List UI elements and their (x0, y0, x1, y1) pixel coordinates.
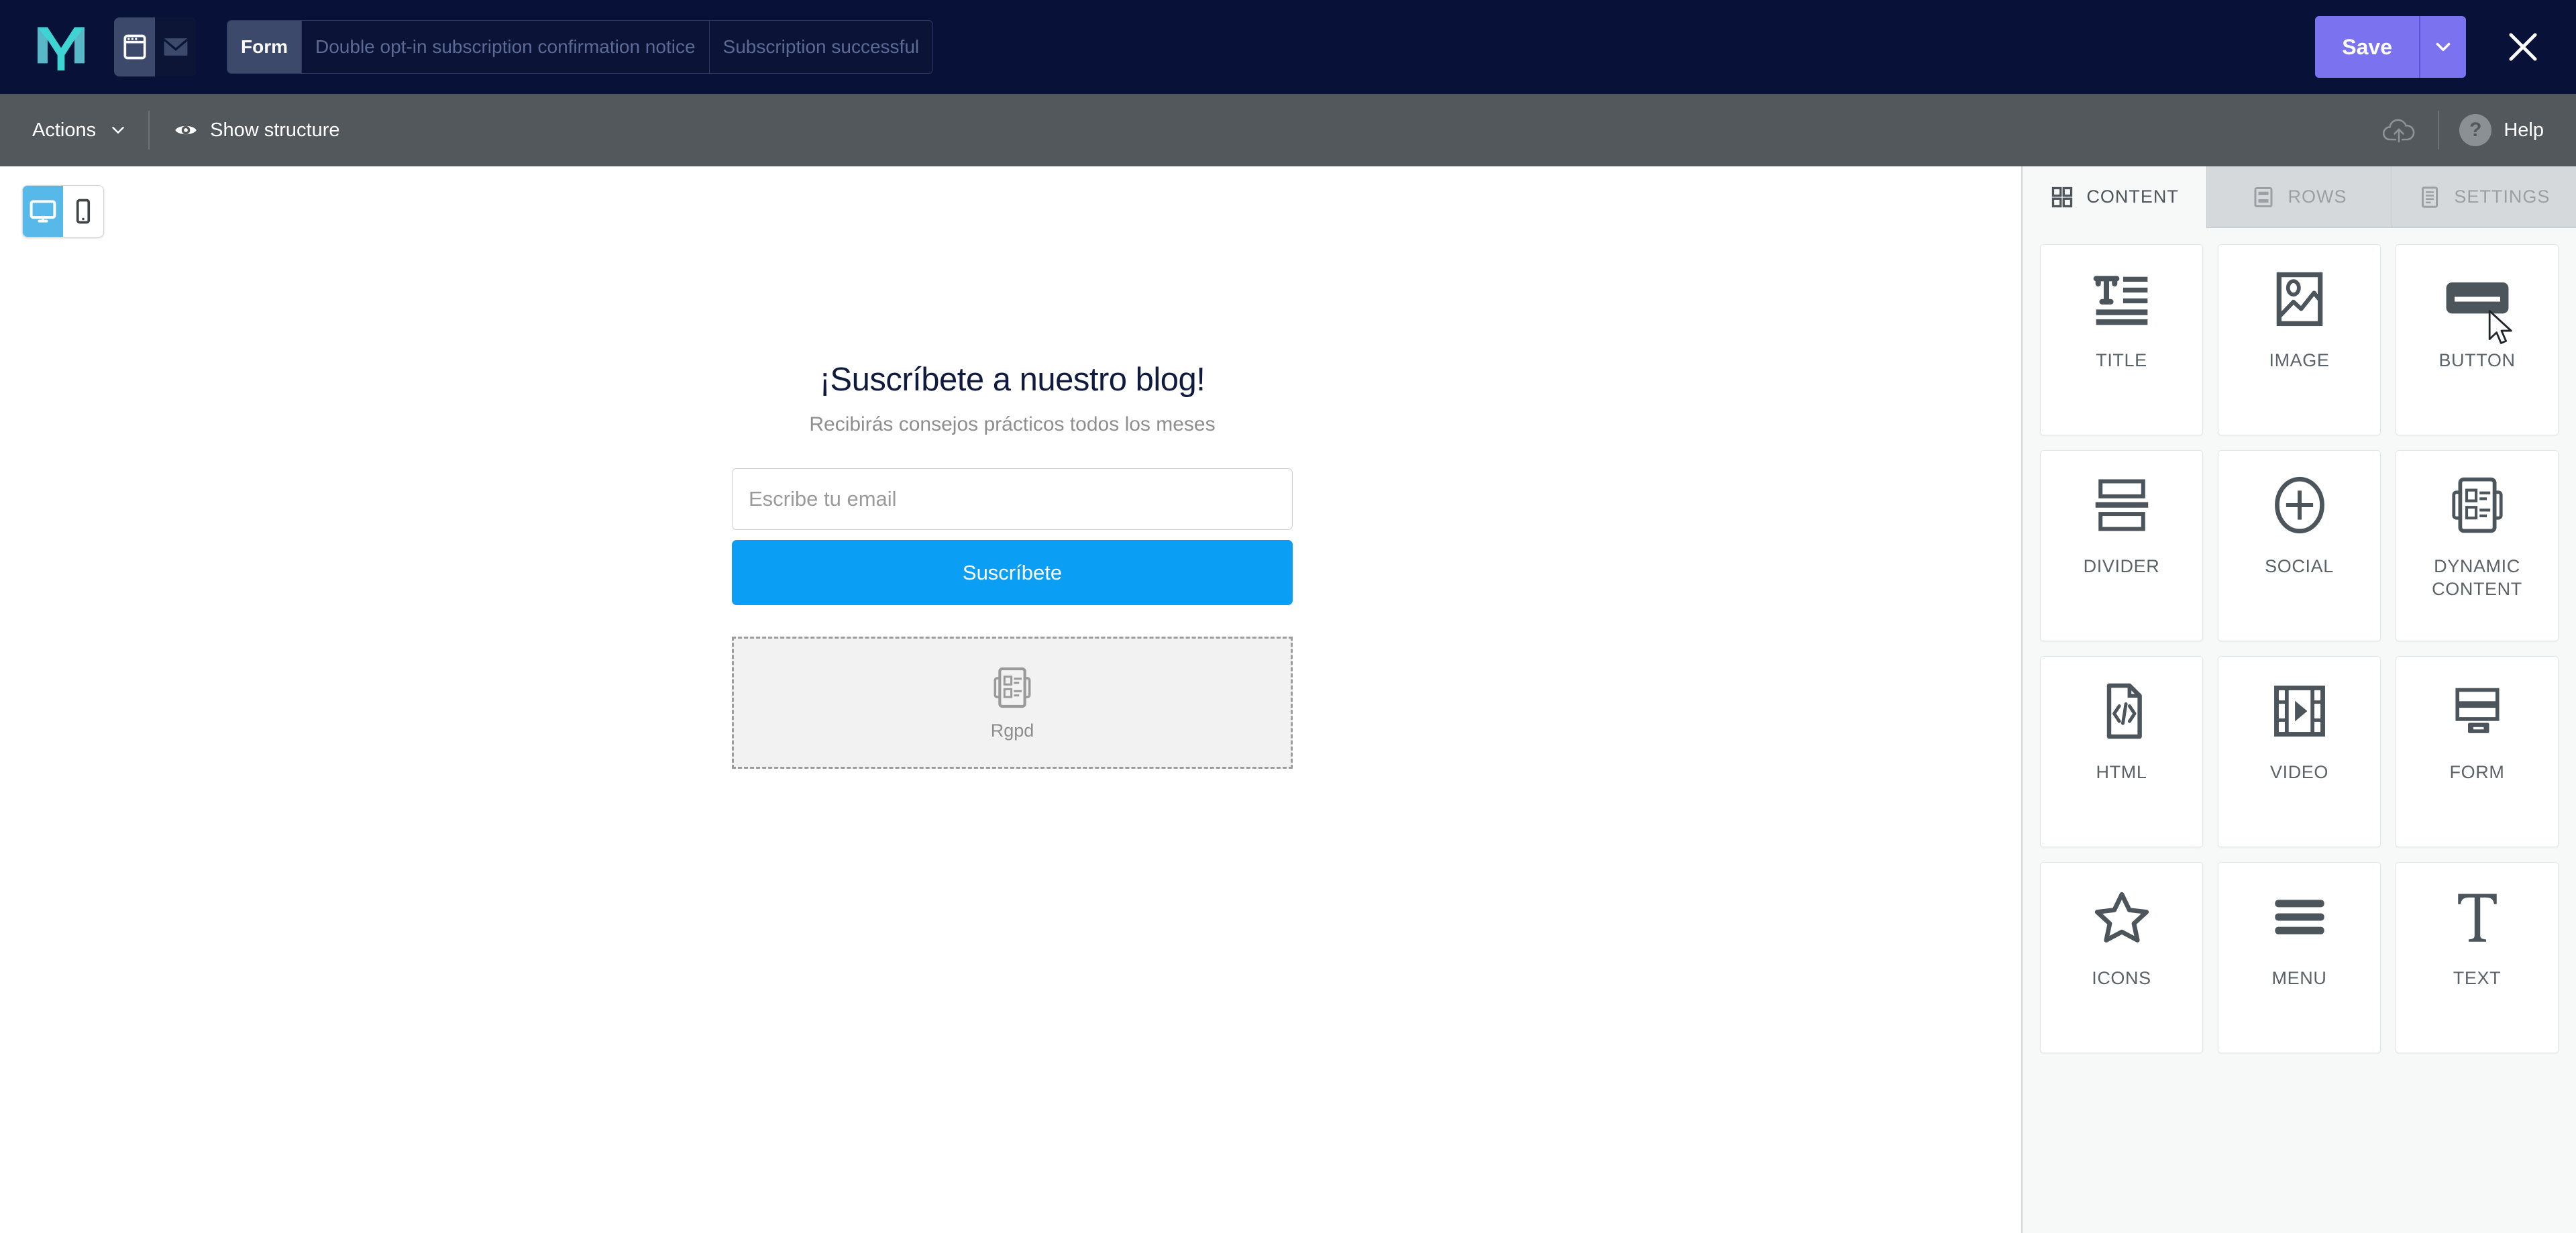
email-title[interactable]: ¡Suscríbete a nuestro blog! (732, 361, 1293, 398)
email-input[interactable]: Escribe tu email (732, 468, 1293, 530)
right-sidebar-panel: CONTENT ROWS SETTINGS TITLE IMAGE BUTTON… (2021, 166, 2576, 1233)
tab-rows-label: ROWS (2288, 186, 2347, 207)
desktop-monitor-icon (30, 200, 56, 223)
html-code-file-icon (2096, 661, 2147, 761)
browser-window-icon[interactable] (114, 17, 155, 76)
content-tile-button[interactable]: BUTTON (2396, 244, 2559, 435)
title-icon (2091, 249, 2153, 350)
chevron-down-icon (112, 127, 124, 133)
content-tile-label: MENU (2271, 968, 2327, 988)
tab-rows[interactable]: ROWS (2206, 166, 2392, 228)
envelope-icon[interactable] (155, 17, 196, 76)
content-tile-label: VIDEO (2269, 762, 2329, 782)
star-icon (2092, 867, 2152, 967)
social-plus-circle-icon (2272, 455, 2327, 555)
tab-content[interactable]: CONTENT (2023, 166, 2207, 228)
grid-icon (2052, 186, 2073, 207)
breadcrumb: Form Double opt-in subscription confirma… (227, 20, 934, 74)
chevron-down-icon (2436, 42, 2451, 52)
content-tile-label: SOCIAL (2265, 556, 2334, 576)
mobile-view-button[interactable] (63, 186, 103, 237)
content-tile-label: BUTTON (2438, 350, 2516, 370)
content-tile-label: HTML (2096, 762, 2147, 782)
video-filmstrip-icon (2269, 661, 2330, 761)
button-icon (2444, 249, 2511, 350)
close-icon (2509, 33, 2537, 61)
dynamic-content-icon (994, 667, 1031, 708)
desktop-view-button[interactable] (23, 186, 63, 237)
panel-tab-bar: CONTENT ROWS SETTINGS (2023, 166, 2576, 228)
form-fields-icon (2449, 661, 2506, 761)
save-button-group: Save (2315, 16, 2466, 78)
toolbar-right-group: ? Help (2360, 94, 2576, 166)
image-icon (2273, 249, 2326, 350)
content-tile-form[interactable]: FORM (2396, 656, 2559, 847)
question-mark-icon: ? (2459, 114, 2492, 146)
content-tile-video[interactable]: VIDEO (2218, 656, 2381, 847)
rgpd-block[interactable]: Rgpd (732, 637, 1293, 769)
content-tile-image[interactable]: IMAGE (2218, 244, 2381, 435)
help-label: Help (2504, 119, 2544, 141)
show-structure-toggle[interactable]: Show structure (150, 94, 360, 166)
divider-icon (2092, 455, 2152, 555)
rows-icon (2254, 186, 2273, 207)
actions-menu-button[interactable]: Actions (0, 94, 148, 166)
campaign-type-toggle[interactable] (114, 17, 196, 76)
content-tile-icons[interactable]: ICONS (2040, 862, 2203, 1053)
top-header-bar: Form Double opt-in subscription confirma… (0, 0, 2576, 94)
dynamic-content-icon (2449, 455, 2506, 555)
mailify-logo-icon (38, 27, 85, 70)
content-tile-label: ICONS (2092, 968, 2151, 988)
editor-toolbar: Actions Show structure ? Help (0, 94, 2576, 166)
device-view-switch (22, 185, 104, 237)
document-lines-icon (2422, 186, 2438, 208)
content-tile-label: DIVIDER (2083, 556, 2160, 576)
rgpd-block-label: Rgpd (990, 720, 1034, 741)
content-tile-social[interactable]: SOCIAL (2218, 450, 2381, 641)
content-tile-label: IMAGE (2269, 350, 2330, 370)
email-subtitle[interactable]: Recibirás consejos prácticos todos los m… (732, 413, 1293, 436)
actions-label: Actions (32, 119, 97, 141)
breadcrumb-item-form[interactable]: Form (227, 21, 301, 73)
content-tile-label: FORM (2449, 762, 2505, 782)
cloud-upload-icon (2383, 119, 2415, 143)
serif-t-icon (2451, 867, 2504, 967)
mobile-phone-icon (76, 199, 91, 224)
header-actions: Save (2315, 16, 2544, 78)
content-tile-divider[interactable]: DIVIDER (2040, 450, 2203, 641)
eye-icon (175, 125, 197, 135)
save-dropdown-button[interactable] (2419, 16, 2466, 78)
tab-settings-label: SETTINGS (2454, 186, 2551, 207)
show-structure-label: Show structure (210, 119, 340, 141)
content-tile-label: TEXT (2453, 968, 2502, 988)
help-button[interactable]: ? Help (2439, 114, 2576, 146)
breadcrumb-item-subscription-successful[interactable]: Subscription successful (708, 21, 933, 73)
content-tile-menu[interactable]: MENU (2218, 862, 2381, 1053)
tab-settings[interactable]: SETTINGS (2391, 166, 2576, 228)
save-button[interactable]: Save (2315, 16, 2419, 78)
email-content-area: ¡Suscríbete a nuestro blog! Recibirás co… (732, 361, 1293, 769)
content-tile-html[interactable]: HTML (2040, 656, 2203, 847)
close-button[interactable] (2502, 26, 2544, 68)
tab-content-label: CONTENT (2086, 186, 2179, 207)
content-tile-title[interactable]: TITLE (2040, 244, 2203, 435)
email-canvas: ¡Suscríbete a nuestro blog! Recibirás co… (0, 166, 2021, 1233)
content-tile-dynamic-content[interactable]: DYNAMIC CONTENT (2396, 450, 2559, 641)
content-tile-label: DYNAMIC CONTENT (2432, 556, 2522, 599)
content-tile-text[interactable]: TEXT (2396, 862, 2559, 1053)
subscribe-button[interactable]: Suscríbete (732, 540, 1293, 605)
breadcrumb-item-double-optin[interactable]: Double opt-in subscription confirmation … (301, 21, 709, 73)
hamburger-menu-icon (2269, 867, 2330, 967)
upload-button[interactable] (2360, 94, 2438, 166)
content-block-grid: TITLE IMAGE BUTTON DIVIDER SOCIAL DYNAMI… (2023, 228, 2576, 1069)
content-tile-label: TITLE (2096, 350, 2147, 370)
mailify-logo[interactable] (32, 18, 90, 76)
